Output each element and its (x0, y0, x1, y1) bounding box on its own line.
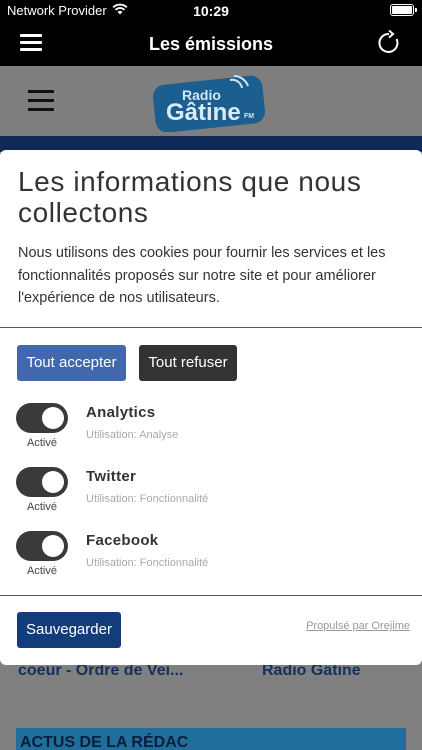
purpose-usage: Utilisation: Analyse (86, 429, 179, 441)
powered-by-link[interactable]: Propulsé par Orejime (306, 620, 410, 632)
twitter-toggle[interactable] (16, 467, 68, 497)
save-button[interactable]: Sauvegarder (17, 612, 121, 648)
facebook-toggle[interactable] (16, 531, 68, 561)
divider (0, 595, 422, 596)
purpose-twitter: Activé Twitter Utilisation: Fonctionnali… (16, 467, 406, 531)
svg-text:Gâtine: Gâtine (166, 99, 241, 126)
status-bar: Network Provider 10:29 (0, 0, 422, 22)
nav-bar: Les émissions (0, 22, 422, 66)
battery-icon (390, 4, 417, 16)
toggle-state-label: Activé (27, 437, 57, 449)
toggle-state-label: Activé (27, 501, 57, 513)
background-header: Radio Gâtine FM (0, 66, 422, 136)
cookie-consent-modal: Les informations que nous collectons Nou… (0, 150, 422, 665)
background-articles: coeur - Ordre de Vei... Radio Gâtine (0, 662, 422, 702)
svg-text:FM: FM (244, 113, 254, 120)
accept-all-button[interactable]: Tout accepter (17, 345, 126, 381)
purpose-facebook: Activé Facebook Utilisation: Fonctionnal… (16, 531, 406, 595)
modal-title: Les informations que nous collectons (18, 166, 362, 228)
purpose-name: Analytics (86, 404, 156, 421)
page-title: Les émissions (148, 34, 274, 54)
divider (0, 327, 422, 328)
refresh-icon[interactable] (376, 29, 402, 56)
refuse-all-button[interactable]: Tout refuser (139, 345, 237, 381)
analytics-toggle[interactable] (16, 403, 68, 433)
toggle-state-label: Activé (27, 565, 57, 577)
purpose-usage: Utilisation: Fonctionnalité (86, 557, 209, 569)
modal-description: Nous utilisons des cookies pour fournir … (18, 245, 386, 306)
purpose-analytics: Activé Analytics Utilisation: Analyse (16, 403, 406, 467)
site-menu-icon (28, 90, 54, 112)
purpose-name: Facebook (86, 532, 159, 549)
purpose-usage: Utilisation: Fonctionnalité (86, 493, 209, 505)
clock: 10:29 (193, 3, 229, 19)
radio-gatine-logo: Radio Gâtine FM (152, 72, 268, 133)
purpose-name: Twitter (86, 468, 137, 485)
background-banner: ACTUS DE LA RÉDAC (16, 728, 406, 750)
